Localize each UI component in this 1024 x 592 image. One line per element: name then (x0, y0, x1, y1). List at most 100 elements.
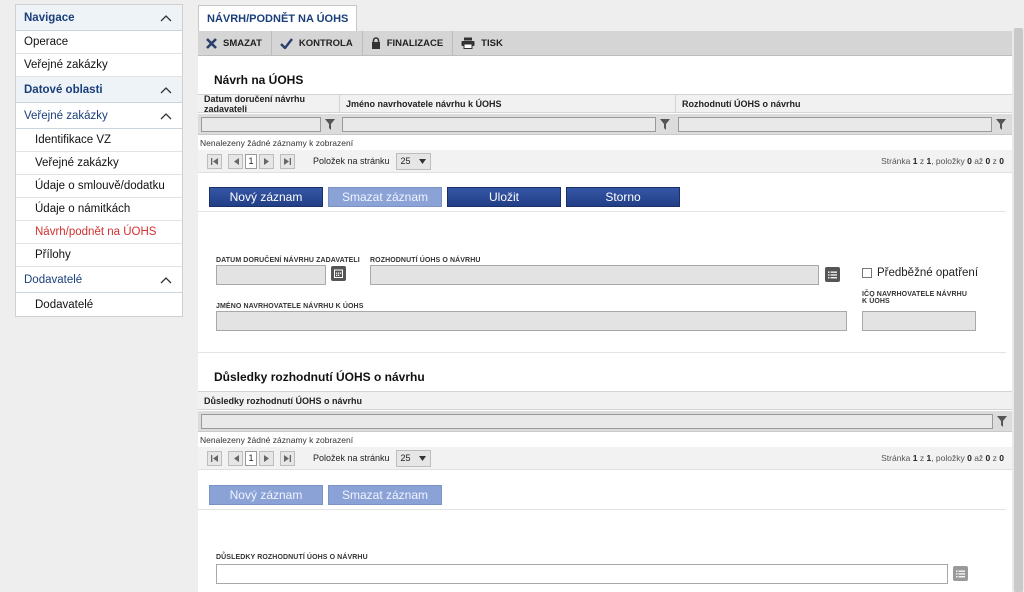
filter-icon[interactable] (992, 118, 1010, 130)
sidebar-item-udaje-o-namitkach[interactable]: Údaje o námitkách (16, 198, 182, 221)
page-number-input[interactable]: 1 (245, 153, 257, 169)
filter-input-name[interactable] (342, 116, 656, 132)
checkmark-icon (280, 37, 293, 49)
last-page-button[interactable] (280, 153, 295, 169)
page-number-input[interactable]: 1 (245, 450, 257, 466)
sidebar-item-identifikace-vz[interactable]: Identifikace VZ (16, 129, 182, 152)
first-page-button[interactable] (207, 153, 222, 169)
chevron-up-icon (160, 112, 172, 119)
list-icon[interactable] (825, 267, 840, 282)
sidebar-data-title: Datové oblasti (24, 83, 103, 96)
new-record-button[interactable]: Nový záznam (209, 485, 323, 505)
sidebar-vz-title: Veřejné zakázky (24, 109, 108, 122)
pager-info: Stránka 1 z 1, položky 0 až 0 z 0 (881, 453, 1004, 463)
check-label: KONTROLA (298, 37, 353, 49)
per-page-label: Položek na stránku (313, 156, 390, 166)
cancel-button[interactable]: Storno (566, 187, 680, 207)
sidebar-nav-header[interactable]: Navigace (16, 5, 182, 31)
decision-field[interactable] (370, 265, 819, 285)
per-page-value: 25 (400, 453, 411, 463)
tab-navrh-podnet[interactable]: NÁVRH/PODNĚT NA ÚOHS (198, 5, 358, 31)
filter-input-decision[interactable] (678, 116, 992, 132)
print-label: TISK (481, 37, 503, 49)
sidebar-item-operace[interactable]: Operace (16, 31, 182, 54)
decision-label: ROZHODNUTÍ ÚOHS O NÁVRHU (370, 257, 481, 264)
check-button[interactable]: KONTROLA (272, 30, 363, 56)
sidebar-dod-header[interactable]: Dodavatelé (16, 267, 182, 293)
grid-filter-row-dusledky (198, 411, 1012, 432)
preliminary-measure-checkbox[interactable] (862, 268, 872, 278)
filter-input-date[interactable] (201, 116, 321, 132)
next-page-button[interactable] (259, 153, 274, 169)
last-page-button[interactable] (280, 450, 295, 466)
divider (198, 211, 1006, 212)
per-page-select[interactable]: 25 (395, 152, 431, 170)
filter-input-consequence[interactable] (201, 413, 993, 429)
calendar-icon[interactable] (331, 266, 346, 281)
next-page-button[interactable] (259, 450, 274, 466)
no-records-text: Nenalezeny žádné záznamy k zobrazení (200, 435, 354, 445)
sidebar-dod-title: Dodavatelé (24, 273, 83, 286)
sidebar-data-header[interactable]: Datové oblasti (16, 77, 182, 103)
sidebar-vz-header[interactable]: Veřejné zakázky (16, 103, 182, 129)
date-label: DATUM DORUČENÍ NÁVRHU ZADAVATELI (216, 257, 360, 264)
prev-page-button[interactable] (228, 450, 243, 466)
sidebar-item-navrh-podnet[interactable]: Návrh/podnět na ÚOHS (16, 221, 182, 244)
date-field[interactable] (216, 265, 326, 285)
lock-icon (371, 37, 380, 49)
finalize-button[interactable]: FINALIZACE (363, 30, 454, 56)
print-button[interactable]: TISK (453, 31, 512, 56)
sidebar: Navigace Operace Veřejné zakázky Datové … (15, 4, 183, 317)
ico-label: IČO NAVRHOVATELE NÁVRHU K ÚOHS (862, 291, 967, 305)
per-page-value: 25 (400, 156, 411, 166)
toolbar: SMAZAT KONTROLA FINALIZACE TISK (198, 30, 1012, 56)
filter-icon[interactable] (993, 415, 1011, 427)
caret-down-icon (418, 455, 426, 461)
grid-filter-row-navrh (198, 114, 1012, 135)
no-records-text: Nenalezeny žádné záznamy k zobrazení (200, 138, 354, 148)
sidebar-item-udaje-o-smlouve[interactable]: Údaje o smlouvě/dodatku (16, 175, 182, 198)
delete-record-button[interactable]: Smazat záznam (328, 485, 442, 505)
sidebar-item-prilohy[interactable]: Přílohy (16, 244, 182, 267)
divider (198, 352, 1006, 353)
sidebar-nav-title: Navigace (24, 11, 75, 24)
first-page-button[interactable] (207, 450, 222, 466)
sidebar-item-dodavatele[interactable]: Dodavatelé (16, 293, 182, 316)
consequence-label: DŮSLEDKY ROZHODNUTÍ ÚOHS O NÁVRHU (216, 554, 368, 561)
pager-navrh: 1 Položek na stránku 25 Stránka 1 z 1, p… (198, 150, 1012, 173)
chevron-up-icon (160, 276, 172, 283)
column-header-consequence[interactable]: Důsledky rozhodnutí ÚOHS o návrhu (198, 392, 1012, 409)
ico-field[interactable] (862, 311, 976, 331)
divider (198, 509, 1006, 510)
prev-page-button[interactable] (228, 153, 243, 169)
pager-info: Stránka 1 z 1, položky 0 až 0 z 0 (881, 156, 1004, 166)
preliminary-measure-checkbox-wrap[interactable]: Předběžné opatření (862, 267, 978, 279)
preliminary-measure-label: Předběžné opatření (877, 267, 979, 279)
pager-dusledky: 1 Položek na stránku 25 Stránka 1 z 1, p… (198, 447, 1012, 470)
chevron-up-icon (160, 86, 172, 93)
save-button[interactable]: Uložit (447, 187, 561, 207)
delete-button[interactable]: SMAZAT (198, 30, 272, 56)
section-title-navrh: Návrh na ÚOHS (214, 73, 304, 87)
column-header-name[interactable]: Jméno navrhovatele návrhu k ÚOHS (340, 95, 676, 112)
column-header-date[interactable]: Datum doručení návrhu zadavateli (198, 94, 340, 114)
section-title-dusledky: Důsledky rozhodnutí ÚOHS o návrhu (214, 370, 425, 384)
chevron-up-icon (160, 14, 172, 21)
per-page-select[interactable]: 25 (395, 449, 431, 467)
sidebar-item-verejne-zakazky[interactable]: Veřejné zakázky (16, 54, 182, 77)
finalize-label: FINALIZACE (386, 37, 444, 49)
filter-icon[interactable] (321, 118, 339, 130)
grid-header-dusledky: Důsledky rozhodnutí ÚOHS o návrhu (198, 391, 1012, 410)
delete-record-button[interactable]: Smazat záznam (328, 187, 442, 207)
sidebar-item-verejne-zakazky-sub[interactable]: Veřejné zakázky (16, 152, 182, 175)
per-page-label: Položek na stránku (313, 453, 390, 463)
delete-label: SMAZAT (223, 37, 262, 49)
close-icon (206, 37, 217, 49)
new-record-button[interactable]: Nový záznam (209, 187, 323, 207)
list-icon[interactable] (953, 566, 968, 581)
column-header-decision[interactable]: Rozhodnutí ÚOHS o návrhu (676, 95, 1012, 112)
scrollbar-thumb[interactable] (1014, 28, 1023, 592)
filter-icon[interactable] (656, 118, 674, 130)
consequence-field[interactable] (216, 564, 948, 584)
name-field[interactable] (216, 311, 847, 331)
